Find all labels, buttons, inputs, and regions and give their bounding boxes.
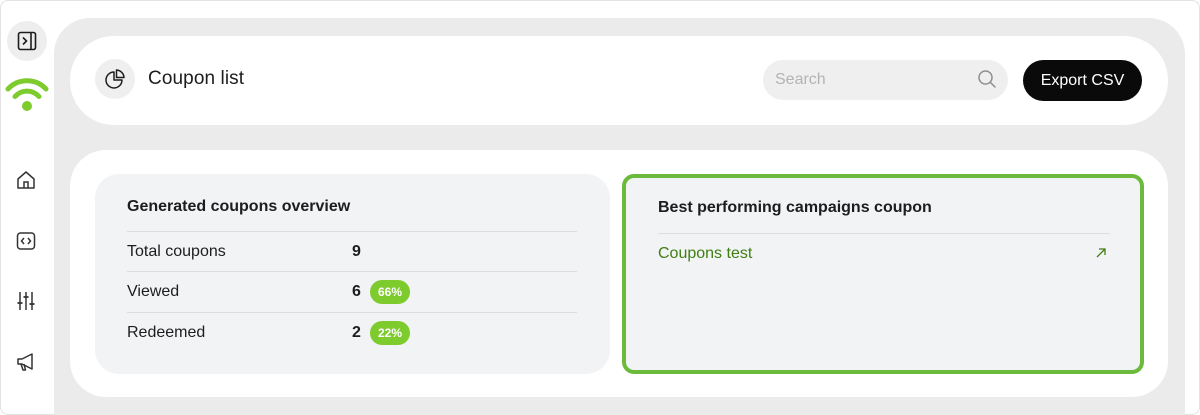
brand-logo — [5, 78, 49, 111]
campaign-link[interactable]: Coupons test — [658, 245, 752, 263]
page-icon — [95, 59, 135, 99]
content-card: Generated coupons overview Total coupons… — [70, 150, 1168, 397]
app-window: Coupon list Export CSV Generated coupons… — [0, 0, 1200, 415]
sidebar-item-settings[interactable] — [13, 288, 39, 314]
search-input[interactable] — [763, 60, 1008, 100]
best-campaigns-panel: Best performing campaigns coupon Coupons… — [622, 174, 1144, 374]
megaphone-icon — [17, 353, 33, 371]
row-value: 2 — [352, 324, 361, 341]
table-row: Total coupons 9 — [127, 231, 577, 271]
row-value: 6 — [352, 283, 361, 300]
row-value: 9 — [352, 243, 361, 260]
pie-chart-icon — [105, 69, 125, 89]
table-row: Viewed 6 66% — [127, 271, 577, 311]
best-campaigns-title: Best performing campaigns coupon — [658, 199, 932, 216]
panel-toggle-icon — [17, 31, 37, 51]
code-icon — [16, 232, 36, 250]
arrow-up-right-icon[interactable] — [1094, 246, 1108, 260]
overview-title: Generated coupons overview — [127, 198, 351, 215]
sidebar-item-code[interactable] — [13, 228, 39, 254]
row-label: Viewed — [127, 283, 180, 300]
search-icon[interactable] — [977, 69, 997, 89]
percentage-badge: 22% — [370, 321, 411, 345]
page-header: Coupon list Export CSV — [70, 36, 1168, 125]
search-box[interactable] — [763, 60, 1008, 100]
list-item[interactable]: Coupons test — [658, 233, 1110, 273]
row-label: Total coupons — [127, 243, 226, 260]
sidebar-toggle-button[interactable] — [7, 21, 47, 61]
export-csv-button[interactable]: Export CSV — [1023, 60, 1142, 101]
row-label: Redeemed — [127, 324, 206, 341]
coupons-overview-panel: Generated coupons overview Total coupons… — [95, 174, 610, 374]
sliders-icon — [17, 292, 35, 310]
percentage-badge: 66% — [370, 280, 411, 304]
table-row: Redeemed 2 22% — [127, 312, 577, 352]
home-icon — [17, 171, 35, 189]
sidebar — [1, 1, 53, 415]
sidebar-item-home[interactable] — [13, 167, 39, 193]
sidebar-item-campaigns[interactable] — [13, 349, 39, 375]
main-area: Coupon list Export CSV Generated coupons… — [54, 18, 1185, 415]
page-title: Coupon list — [148, 68, 245, 89]
